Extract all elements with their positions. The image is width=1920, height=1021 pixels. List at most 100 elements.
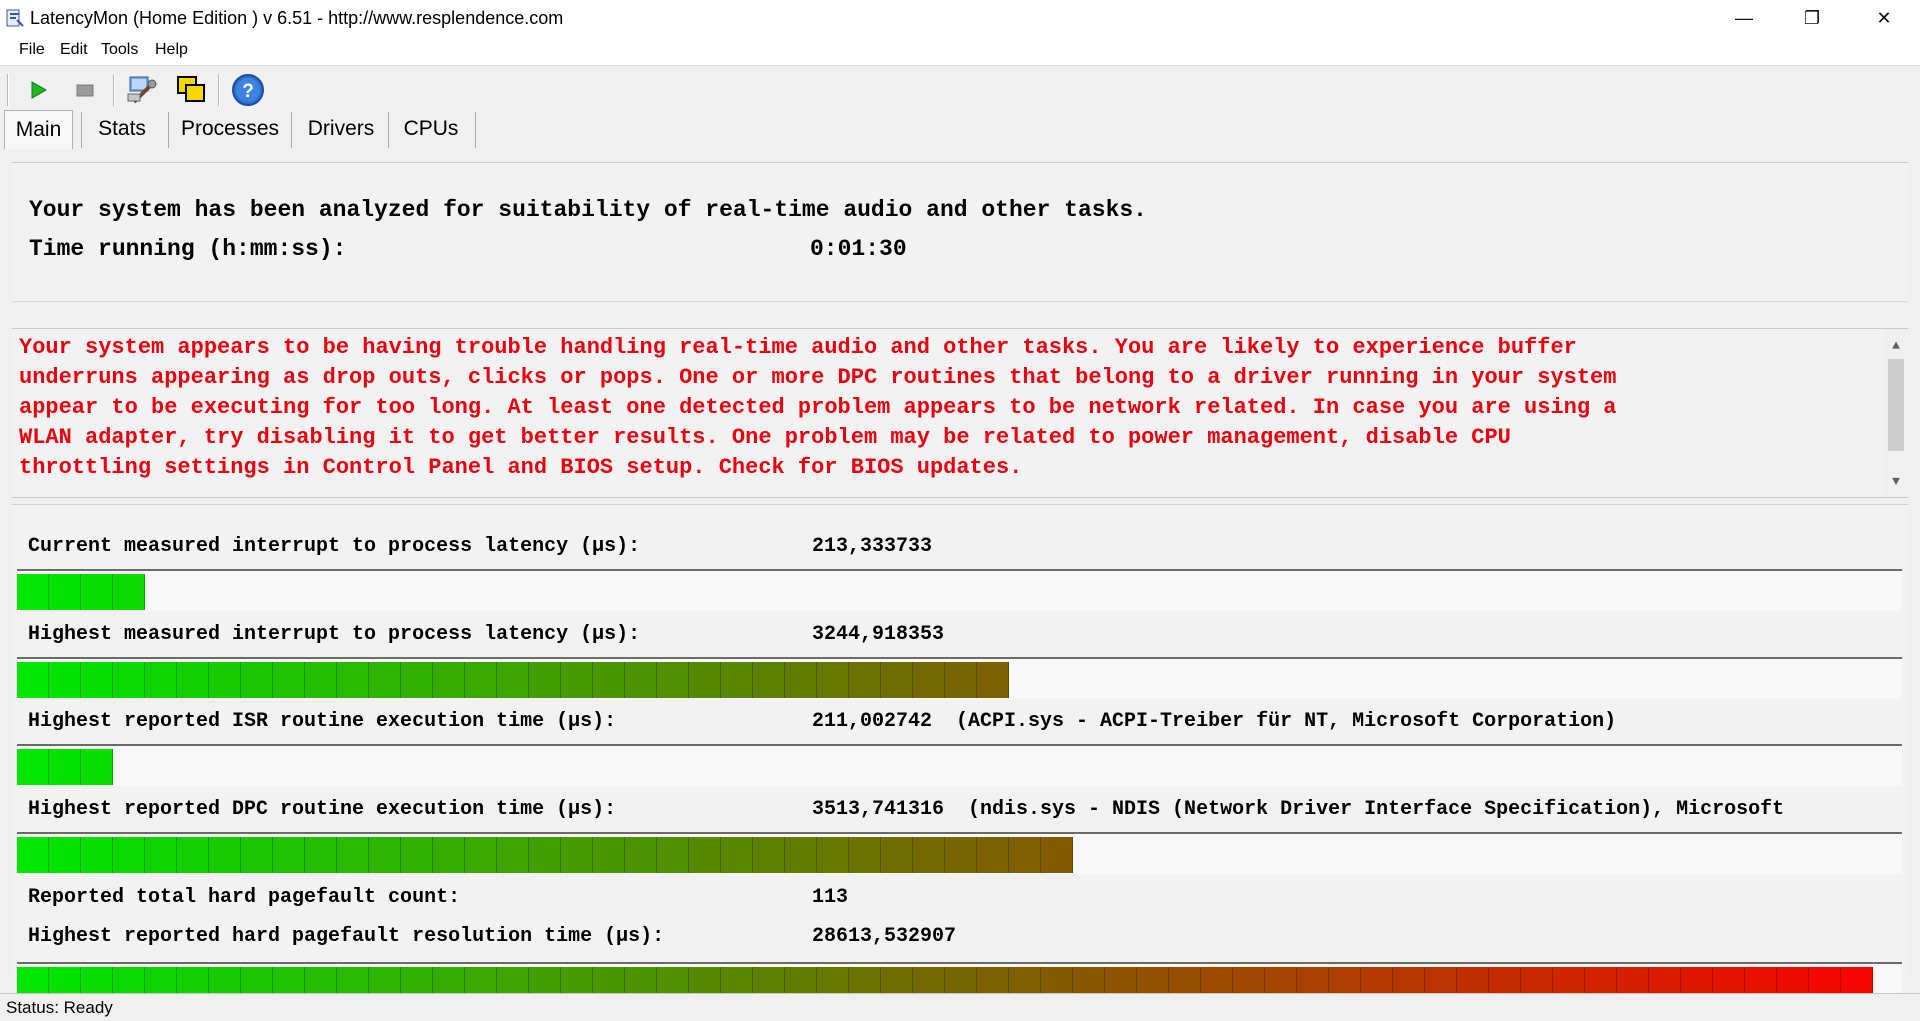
menu-tools[interactable]: Tools — [101, 41, 138, 59]
bar-segment — [81, 749, 113, 785]
warning-scrollbar[interactable]: ▲ ▼ — [1884, 329, 1908, 497]
bar-segment — [753, 837, 785, 873]
bar-segment — [369, 837, 401, 873]
bar-segment — [209, 662, 241, 698]
tab-stats[interactable]: Stats — [84, 110, 160, 148]
menu-edit[interactable]: Edit — [60, 41, 88, 59]
help-icon[interactable]: ? — [230, 72, 266, 108]
bar-segment — [81, 662, 113, 698]
analysis-summary-panel: Your system has been analyzed for suitab… — [12, 162, 1908, 302]
tab-strip: Main Stats Processes Drivers CPUs — [0, 110, 1920, 150]
bar-segment — [337, 837, 369, 873]
bar-segment — [977, 662, 1009, 698]
bar-segment — [369, 662, 401, 698]
bar-segment — [1009, 837, 1041, 873]
bar-segment — [1041, 837, 1073, 873]
isr-time-bar-fill — [17, 749, 113, 785]
windows-icon[interactable] — [173, 72, 209, 108]
bar-segment — [177, 662, 209, 698]
bar-segment — [913, 837, 945, 873]
close-button[interactable]: ✕ — [1850, 0, 1918, 37]
bar-segment — [17, 749, 49, 785]
bar-segment — [113, 837, 145, 873]
tab-separator — [168, 112, 169, 148]
scroll-thumb[interactable] — [1888, 359, 1904, 451]
title-bar: LatencyMon (Home Edition ) v 6.51 - http… — [0, 0, 1920, 37]
scroll-up-arrow-icon[interactable]: ▲ — [1884, 335, 1908, 355]
bar-segment — [337, 662, 369, 698]
tab-separator — [291, 112, 292, 148]
toolbar-grip — [7, 74, 8, 106]
bar-segment — [625, 662, 657, 698]
status-text: Status: Ready — [6, 998, 113, 1017]
tab-main[interactable]: Main — [4, 110, 73, 149]
bar-segment — [945, 837, 977, 873]
pagefault-time-value: 28613,532907 — [812, 925, 957, 948]
bar-segment — [241, 837, 273, 873]
bar-segment — [657, 662, 689, 698]
bar-segment — [17, 837, 49, 873]
bar-segment — [49, 749, 81, 785]
bar-segment — [433, 662, 465, 698]
tools-icon[interactable] — [124, 72, 160, 108]
bar-segment — [561, 837, 593, 873]
dpc-time-bar — [17, 832, 1902, 874]
bar-segment — [49, 837, 81, 873]
bar-segment — [881, 837, 913, 873]
help-glyph: ? — [242, 81, 254, 102]
current-latency-value: 213,333733 — [812, 535, 933, 558]
bar-segment — [753, 662, 785, 698]
current-latency-bar-fill — [17, 574, 145, 610]
current-latency-label: Current measured interrupt to process la… — [28, 535, 641, 558]
bar-segment — [305, 837, 337, 873]
scroll-down-arrow-icon[interactable]: ▼ — [1884, 471, 1908, 491]
bar-segment — [561, 662, 593, 698]
tab-drivers[interactable]: Drivers — [296, 110, 386, 148]
restore-button[interactable]: ❐ — [1778, 0, 1846, 37]
bar-segment — [401, 662, 433, 698]
highest-latency-value: 3244,918353 — [812, 623, 945, 646]
analysis-summary-line: Your system has been analyzed for suitab… — [29, 197, 1147, 223]
bar-segment — [465, 837, 497, 873]
bar-segment — [17, 662, 49, 698]
bar-segment — [689, 837, 721, 873]
tab-cpus[interactable]: CPUs — [391, 110, 471, 148]
menu-file[interactable]: File — [19, 41, 45, 59]
bar-segment — [721, 837, 753, 873]
bar-segment — [689, 662, 721, 698]
bar-segment — [593, 837, 625, 873]
bar-segment — [49, 574, 81, 610]
toolbar-separator — [113, 74, 114, 106]
bar-segment — [145, 837, 177, 873]
dpc-time-bar-fill — [17, 837, 1073, 873]
bar-segment — [273, 662, 305, 698]
pagefault-time-label: Highest reported hard pagefault resoluti… — [28, 925, 665, 948]
stop-icon[interactable] — [67, 72, 103, 108]
bar-segment — [273, 837, 305, 873]
tab-processes[interactable]: Processes — [175, 110, 285, 148]
bar-segment — [113, 662, 145, 698]
menu-help[interactable]: Help — [155, 41, 188, 59]
bar-segment — [401, 837, 433, 873]
bar-segment — [241, 662, 273, 698]
bar-segment — [849, 837, 881, 873]
tab-separator — [388, 112, 389, 148]
isr-time-bar — [17, 744, 1902, 786]
bar-segment — [657, 837, 689, 873]
window-title: LatencyMon (Home Edition ) v 6.51 - http… — [30, 8, 564, 28]
warning-message-panel: Your system appears to be having trouble… — [12, 328, 1908, 498]
play-icon[interactable] — [20, 72, 56, 108]
warning-message-text: Your system appears to be having trouble… — [19, 335, 1617, 480]
isr-time-value: 211,002742 (ACPI.sys - ACPI-Treiber für … — [812, 710, 1617, 733]
bar-segment — [625, 837, 657, 873]
bar-segment — [465, 662, 497, 698]
toolbar: ? — [0, 66, 1920, 114]
status-bar: Status: Ready — [0, 993, 1920, 1021]
toolbar-separator — [218, 74, 219, 106]
dpc-time-label: Highest reported DPC routine execution t… — [28, 798, 617, 821]
minimize-button[interactable]: — — [1710, 0, 1778, 37]
latencymon-app-icon — [6, 8, 24, 28]
bar-segment — [849, 662, 881, 698]
bar-segment — [721, 662, 753, 698]
bar-segment — [81, 574, 113, 610]
